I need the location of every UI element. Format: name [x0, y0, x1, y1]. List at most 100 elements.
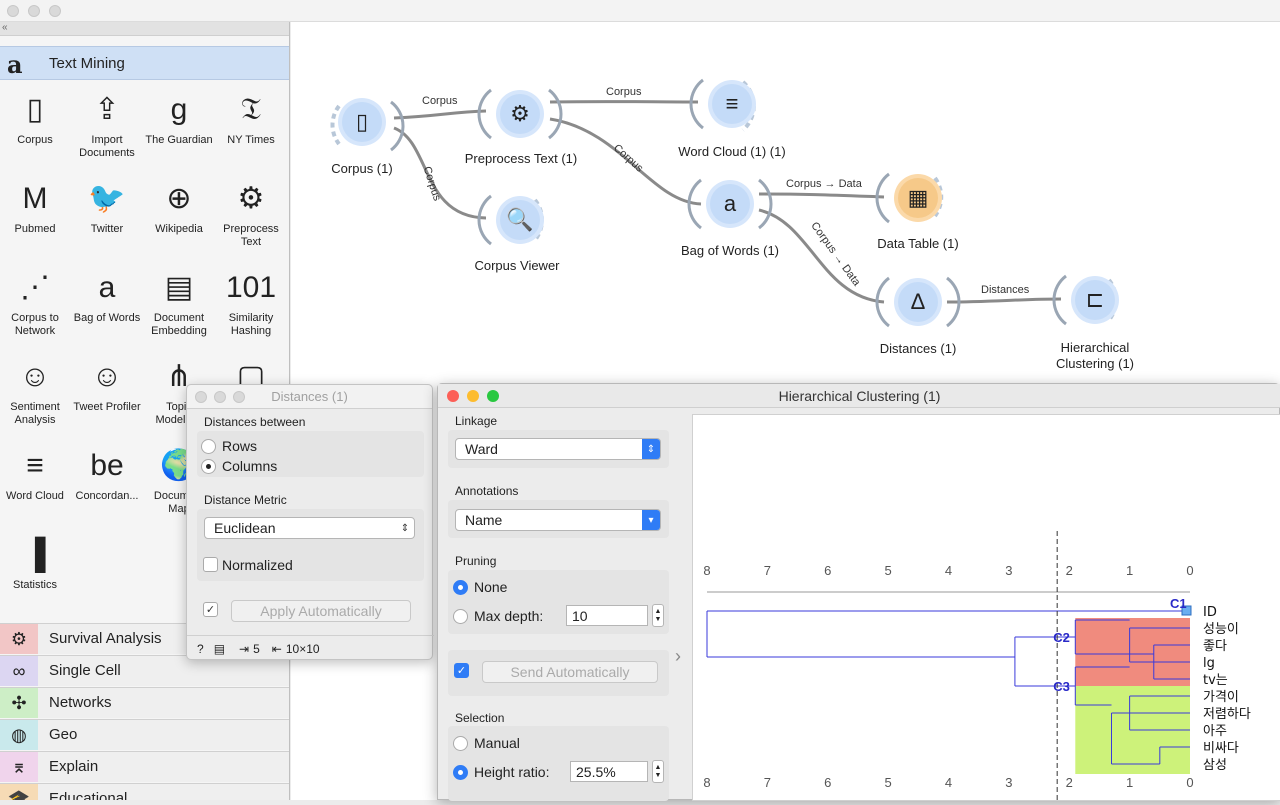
link-corpus-viewer[interactable]: [394, 128, 486, 218]
link-bow-table[interactable]: [759, 194, 884, 197]
help-icon[interactable]: ?: [197, 642, 204, 656]
dendrogram-view[interactable]: 876543210876543210ID성능이좋다lgtv는가격이저렴하다아주비…: [692, 414, 1280, 801]
height-ratio-stepper[interactable]: ▲▼: [652, 760, 664, 783]
widget-label: Concordan...: [71, 490, 143, 503]
node-ring: [549, 90, 561, 138]
leaf-label: 가격이: [1203, 690, 1239, 705]
corpus-viewer-node[interactable]: 🔍: [496, 196, 544, 244]
leaf-label: 좋다: [1203, 639, 1227, 654]
normalized-checkbox[interactable]: [203, 557, 218, 572]
rows-label: Rows: [222, 438, 257, 454]
node-ring: [479, 196, 491, 244]
widget-corpus-icon[interactable]: ▯Corpus: [0, 84, 71, 147]
bag-of-words-node[interactable]: a: [706, 180, 754, 228]
metric-select[interactable]: Euclidean⇕: [204, 517, 415, 539]
widget-guardian-icon[interactable]: gThe Guardian: [143, 84, 215, 147]
axis-tick-label: 3: [1005, 563, 1012, 578]
category-explain[interactable]: ⌆Explain: [0, 751, 290, 782]
height-ratio-radio[interactable]: Height ratio:: [453, 764, 549, 780]
normalized-label: Normalized: [222, 557, 293, 573]
max-depth-stepper[interactable]: ▲▼: [652, 604, 664, 627]
linkage-value: Ward: [465, 441, 498, 457]
widget-label: Preprocess Text: [215, 223, 287, 249]
data-table-node[interactable]: ▦: [894, 174, 942, 222]
link-corpus-preprocess[interactable]: [394, 111, 486, 118]
hierarchical-clustering-node-label: HierarchicalClustering (1): [1041, 340, 1149, 372]
zoom-window-button[interactable]: [487, 390, 499, 402]
import-documents-icon: ⇪: [71, 84, 143, 134]
apply-automatically-button[interactable]: Apply Automatically: [231, 600, 411, 622]
widget-twitter-icon[interactable]: 🐦Twitter: [71, 173, 143, 236]
category-educational[interactable]: 🎓Educational: [0, 783, 290, 800]
send-automatically-button[interactable]: Send Automatically: [482, 661, 658, 683]
collapse-toolbox-button[interactable]: «: [0, 22, 290, 36]
leaf-label: 성능이: [1203, 622, 1239, 637]
widget-pubmed-icon[interactable]: MPubmed: [0, 173, 71, 236]
linkage-select[interactable]: Ward ⇕: [455, 438, 661, 460]
minimize-window-button[interactable]: [214, 391, 226, 403]
pruning-none-radio[interactable]: None: [453, 579, 507, 595]
similarity-hashing-icon: 101: [215, 262, 287, 312]
category-text-mining[interactable]: a Text Mining: [0, 46, 290, 80]
guardian-icon: g: [143, 84, 215, 134]
height-ratio-input[interactable]: 25.5%: [570, 761, 648, 782]
axis-tick-label: 1: [1126, 563, 1133, 578]
category-label: Educational: [49, 790, 127, 800]
close-window-button[interactable]: [195, 391, 207, 403]
distances-node[interactable]: Δ: [894, 278, 942, 326]
widget-nytimes-icon[interactable]: 𝔗NY Times: [215, 84, 287, 147]
minimize-window-button[interactable]: [467, 390, 479, 402]
corpus-viewer-icon: 🔍: [500, 200, 540, 240]
annotations-select[interactable]: Name ▾: [455, 509, 661, 531]
corpus-icon: ▯: [342, 102, 382, 142]
widget-sentiment-icon[interactable]: ☺Sentiment Analysis: [0, 351, 71, 427]
leaf-label: 아주: [1203, 724, 1227, 739]
word-cloud-node[interactable]: ≡: [708, 80, 756, 128]
max-depth-input[interactable]: 10: [566, 605, 648, 626]
category-geo[interactable]: ◍Geo: [0, 719, 290, 750]
widget-wikipedia-icon[interactable]: ⊕Wikipedia: [143, 173, 215, 236]
widget-word-cloud-icon[interactable]: ≡Word Cloud: [0, 440, 71, 503]
hc-label-line1: Hierarchical: [1061, 340, 1130, 355]
preprocess-node[interactable]: ⚙: [496, 90, 544, 138]
metric-value: Euclidean: [214, 520, 276, 536]
widget-bag-of-words-icon[interactable]: aBag of Words: [71, 262, 143, 325]
distances-icon: Δ: [898, 282, 938, 322]
corpus-node[interactable]: ▯: [338, 98, 386, 146]
rows-radio[interactable]: Rows: [201, 438, 257, 454]
columns-radio[interactable]: Columns: [201, 458, 277, 474]
widget-document-embedding-icon[interactable]: ▤Document Embedding: [143, 262, 215, 338]
close-window-button[interactable]: [447, 390, 459, 402]
axis-tick-label: 7: [764, 563, 771, 578]
link-distances-hc[interactable]: [947, 299, 1061, 302]
expand-panel-button[interactable]: ›: [675, 646, 681, 667]
widget-label: Wikipedia: [143, 223, 215, 236]
axis-tick-label: 2: [1066, 775, 1073, 790]
category-networks[interactable]: ✣Networks: [0, 687, 290, 718]
hierarchical-clustering-node[interactable]: ⊏: [1071, 276, 1119, 324]
send-automatically-checkbox[interactable]: ✓: [454, 663, 469, 678]
text-mining-icon: a: [7, 50, 23, 79]
zoom-window-button[interactable]: [49, 5, 61, 17]
report-icon[interactable]: ▤: [214, 642, 225, 656]
linkage-label: Linkage: [455, 414, 497, 428]
link-label: Corpus: [606, 86, 641, 98]
annotations-value: Name: [465, 512, 502, 528]
close-window-button[interactable]: [7, 5, 19, 17]
globe-icon: ◍: [0, 720, 38, 750]
apply-automatically-checkbox[interactable]: ✓: [203, 602, 218, 617]
widget-tweet-profiler-icon[interactable]: ☺Tweet Profiler: [71, 351, 143, 414]
zoom-window-button[interactable]: [233, 391, 245, 403]
widget-concordance-icon[interactable]: beConcordan...: [71, 440, 143, 503]
widget-similarity-hashing-icon[interactable]: 101Similarity Hashing: [215, 262, 287, 338]
chevron-updown-icon: ⇕: [642, 439, 660, 459]
axis-tick-label: 1: [1126, 775, 1133, 790]
manual-radio[interactable]: Manual: [453, 735, 520, 751]
widget-preprocess-icon[interactable]: ⚙Preprocess Text: [215, 173, 287, 249]
minimize-window-button[interactable]: [28, 5, 40, 17]
widget-import-documents-icon[interactable]: ⇪Import Documents: [71, 84, 143, 160]
chevron-down-icon: ▾: [642, 510, 660, 530]
widget-corpus-network-icon[interactable]: ⋰Corpus to Network: [0, 262, 71, 338]
max-depth-radio[interactable]: Max depth:: [453, 608, 543, 624]
widget-statistics-icon[interactable]: ▐Statistics: [0, 529, 71, 592]
